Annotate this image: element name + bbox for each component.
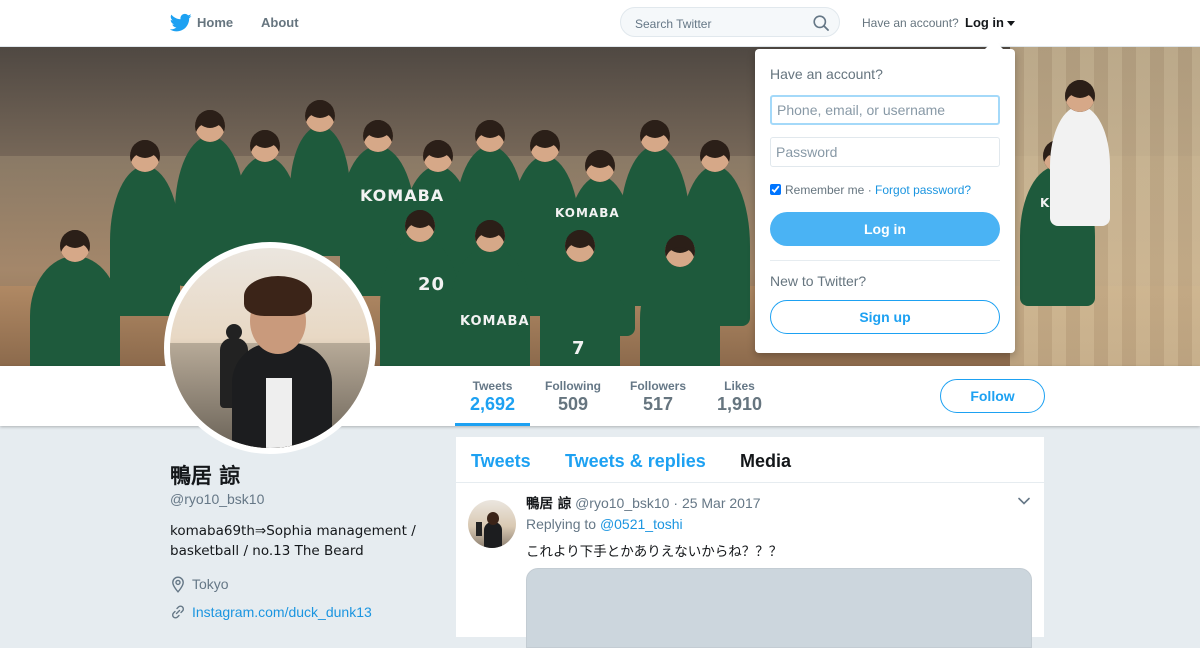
stat-value: 1,910 [717, 394, 763, 414]
tab-media[interactable]: Media [740, 451, 791, 472]
tweet-fullname[interactable]: 鴨居 諒 [526, 496, 571, 512]
tweet-date[interactable]: 25 Mar 2017 [682, 495, 761, 511]
remember-me-label: Remember me [785, 183, 865, 197]
banner-jersey-text: 7 [572, 338, 586, 359]
follow-button[interactable]: Follow [940, 379, 1045, 413]
search-icon[interactable] [813, 15, 829, 31]
login-dropdown: Have an account? Remember me · Forgot pa… [755, 40, 1015, 353]
tabs-divider [456, 482, 1044, 483]
link-icon [171, 605, 185, 619]
tweet-header: 鴨居 諒 @ryo10_bsk10 · 25 Mar 2017 [526, 492, 761, 512]
bio-line: komaba69th⇒Sophia management / [170, 523, 416, 539]
profile-bio: komaba69th⇒Sophia management / basketbal… [170, 521, 430, 561]
stat-label: Likes [724, 379, 755, 393]
replying-to-label: Replying to [526, 516, 597, 532]
stat-followers[interactable]: Followers 517 [630, 379, 686, 415]
profile-location: Tokyo [170, 576, 370, 594]
stat-likes[interactable]: Likes 1,910 [717, 379, 762, 415]
tab-tweets[interactable]: Tweets [471, 451, 531, 472]
signup-button[interactable]: Sign up [770, 300, 1000, 334]
stat-value: 517 [642, 394, 674, 414]
stat-label: Tweets [472, 379, 513, 393]
stat-following[interactable]: Following 509 [545, 379, 601, 415]
banner-jersey-text: KOMABA [460, 314, 530, 329]
stat-label: Followers [630, 379, 687, 393]
timeline: Tweets Tweets & replies Media 鴨居 諒 @ryo1… [456, 437, 1044, 648]
login-toggle-label: Log in [965, 15, 1004, 30]
tweet-text: これより下手とかありえないからね？？？ [526, 544, 783, 560]
profile-avatar[interactable] [164, 242, 376, 454]
replying-to-user-link[interactable]: @0521_toshi [600, 516, 683, 532]
banner-jersey-text: KOMABA [555, 206, 620, 220]
active-stat-indicator [455, 423, 530, 426]
stat-tweets[interactable]: Tweets 2,692 [470, 379, 515, 415]
about-link[interactable]: About [261, 15, 299, 30]
password-field[interactable] [770, 137, 1000, 167]
location-text: Tokyo [192, 576, 229, 592]
stat-value: 509 [557, 394, 589, 414]
home-link[interactable]: Home [197, 15, 233, 30]
banner-jersey-text: KOMABA [1040, 196, 1105, 210]
banner-jersey-text: 20 [418, 274, 446, 295]
website-link[interactable]: Instagram.com/duck_dunk13 [192, 604, 372, 620]
top-navigation-bar: Home About Have an account? Log in [0, 0, 1200, 47]
tweet-separator: · [673, 495, 679, 511]
avatar-image [170, 248, 370, 448]
tweet-username[interactable]: @ryo10_bsk10 [575, 495, 669, 511]
profile-website: Instagram.com/duck_dunk13 [170, 604, 430, 622]
twitter-bird-icon[interactable] [170, 13, 192, 33]
new-to-twitter-text: New to Twitter? [770, 273, 867, 289]
remember-me-checkbox[interactable] [770, 184, 781, 195]
username-field[interactable] [770, 95, 1000, 125]
have-account-text: Have an account? [862, 16, 959, 30]
search-input[interactable] [633, 14, 812, 33]
tab-tweets-and-replies[interactable]: Tweets & replies [565, 451, 706, 472]
tweet-avatar[interactable] [468, 500, 516, 548]
remember-separator: · [867, 183, 872, 197]
replying-to: Replying to @0521_toshi [526, 516, 683, 532]
profile-screen-name[interactable]: @ryo10_bsk10 [170, 491, 264, 507]
forgot-password-link[interactable]: Forgot password? [875, 183, 971, 197]
login-dropdown-toggle[interactable]: Log in [965, 15, 1015, 30]
search-box [620, 7, 840, 37]
dropdown-divider [770, 260, 1000, 261]
caret-down-icon [1007, 21, 1015, 27]
profile-name[interactable]: 鴨居 諒 [170, 460, 240, 490]
chevron-down-icon[interactable] [1018, 497, 1030, 505]
stat-value: 2,692 [470, 394, 516, 414]
stat-label: Following [545, 379, 601, 393]
login-dropdown-heading: Have an account? [770, 66, 883, 82]
location-pin-icon [172, 576, 184, 593]
bio-line: basketball / no.13 The Beard [170, 543, 364, 559]
banner-jersey-text: KOMABA [360, 186, 445, 205]
login-button[interactable]: Log in [770, 212, 1000, 246]
remember-row: Remember me · Forgot password? [770, 183, 971, 197]
tweet-media[interactable] [526, 568, 1032, 648]
